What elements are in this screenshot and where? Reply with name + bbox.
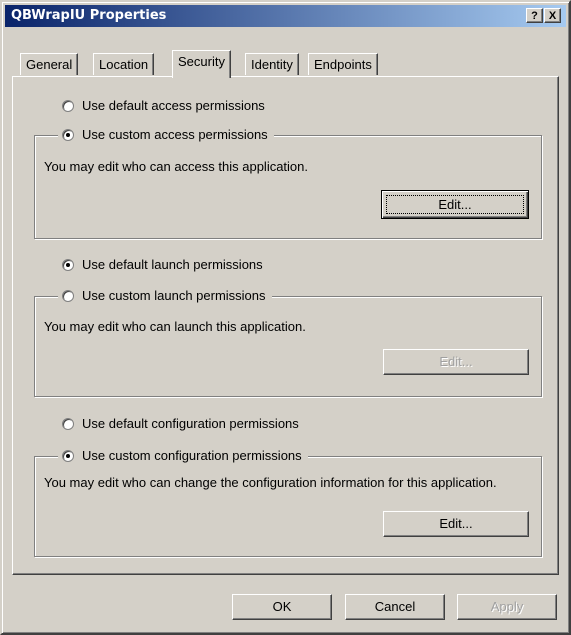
configuration-permissions-group xyxy=(34,456,542,557)
edit-configuration-button[interactable]: Edit... xyxy=(383,511,529,537)
radio-default-configuration-indicator xyxy=(62,417,74,430)
radio-default-launch-label: Use default launch permissions xyxy=(82,257,263,272)
radio-custom-access-indicator xyxy=(62,128,74,141)
radio-default-access-label: Use default access permissions xyxy=(82,98,265,113)
close-button[interactable]: X xyxy=(544,8,561,23)
radio-custom-access[interactable]: Use custom access permissions xyxy=(58,127,274,142)
properties-dialog: QBWrapIU Properties ? X General Location… xyxy=(0,0,571,635)
radio-default-launch-indicator xyxy=(62,258,74,271)
radio-custom-configuration[interactable]: Use custom configuration permissions xyxy=(58,448,308,463)
tab-endpoints[interactable]: Endpoints xyxy=(308,53,378,75)
radio-custom-launch-label: Use custom launch permissions xyxy=(82,288,266,303)
cancel-button[interactable]: Cancel xyxy=(345,594,445,620)
tab-general[interactable]: General xyxy=(20,53,79,75)
help-button[interactable]: ? xyxy=(526,8,543,23)
tab-security[interactable]: Security xyxy=(172,50,231,78)
window-title: QBWrapIU Properties xyxy=(11,8,167,23)
ok-button[interactable]: OK xyxy=(232,594,332,620)
edit-access-button[interactable]: Edit... xyxy=(381,190,529,219)
radio-default-configuration[interactable]: Use default configuration permissions xyxy=(62,416,305,431)
launch-permissions-group xyxy=(34,296,542,397)
radio-custom-access-label: Use custom access permissions xyxy=(82,127,268,142)
access-permissions-group xyxy=(34,135,542,239)
launch-description: You may edit who can launch this applica… xyxy=(44,319,306,334)
radio-custom-configuration-indicator xyxy=(62,449,74,462)
configuration-description: You may edit who can change the configur… xyxy=(44,475,497,490)
tab-identity[interactable]: Identity xyxy=(245,53,299,75)
security-tab-panel: Use default access permissions Use custo… xyxy=(12,76,559,575)
radio-default-access[interactable]: Use default access permissions xyxy=(62,98,271,113)
radio-custom-launch[interactable]: Use custom launch permissions xyxy=(58,288,272,303)
tab-location[interactable]: Location xyxy=(93,53,155,75)
radio-default-launch[interactable]: Use default launch permissions xyxy=(62,257,269,272)
apply-button[interactable]: Apply xyxy=(457,594,557,620)
access-description: You may edit who can access this applica… xyxy=(44,159,309,174)
radio-custom-launch-indicator xyxy=(62,289,74,302)
radio-custom-configuration-label: Use custom configuration permissions xyxy=(82,448,302,463)
radio-default-configuration-label: Use default configuration permissions xyxy=(82,416,299,431)
edit-launch-button[interactable]: Edit... xyxy=(383,349,529,375)
title-bar[interactable]: QBWrapIU Properties ? X xyxy=(5,5,566,27)
edit-access-label: Edit... xyxy=(438,197,472,212)
radio-default-access-indicator xyxy=(62,99,74,112)
